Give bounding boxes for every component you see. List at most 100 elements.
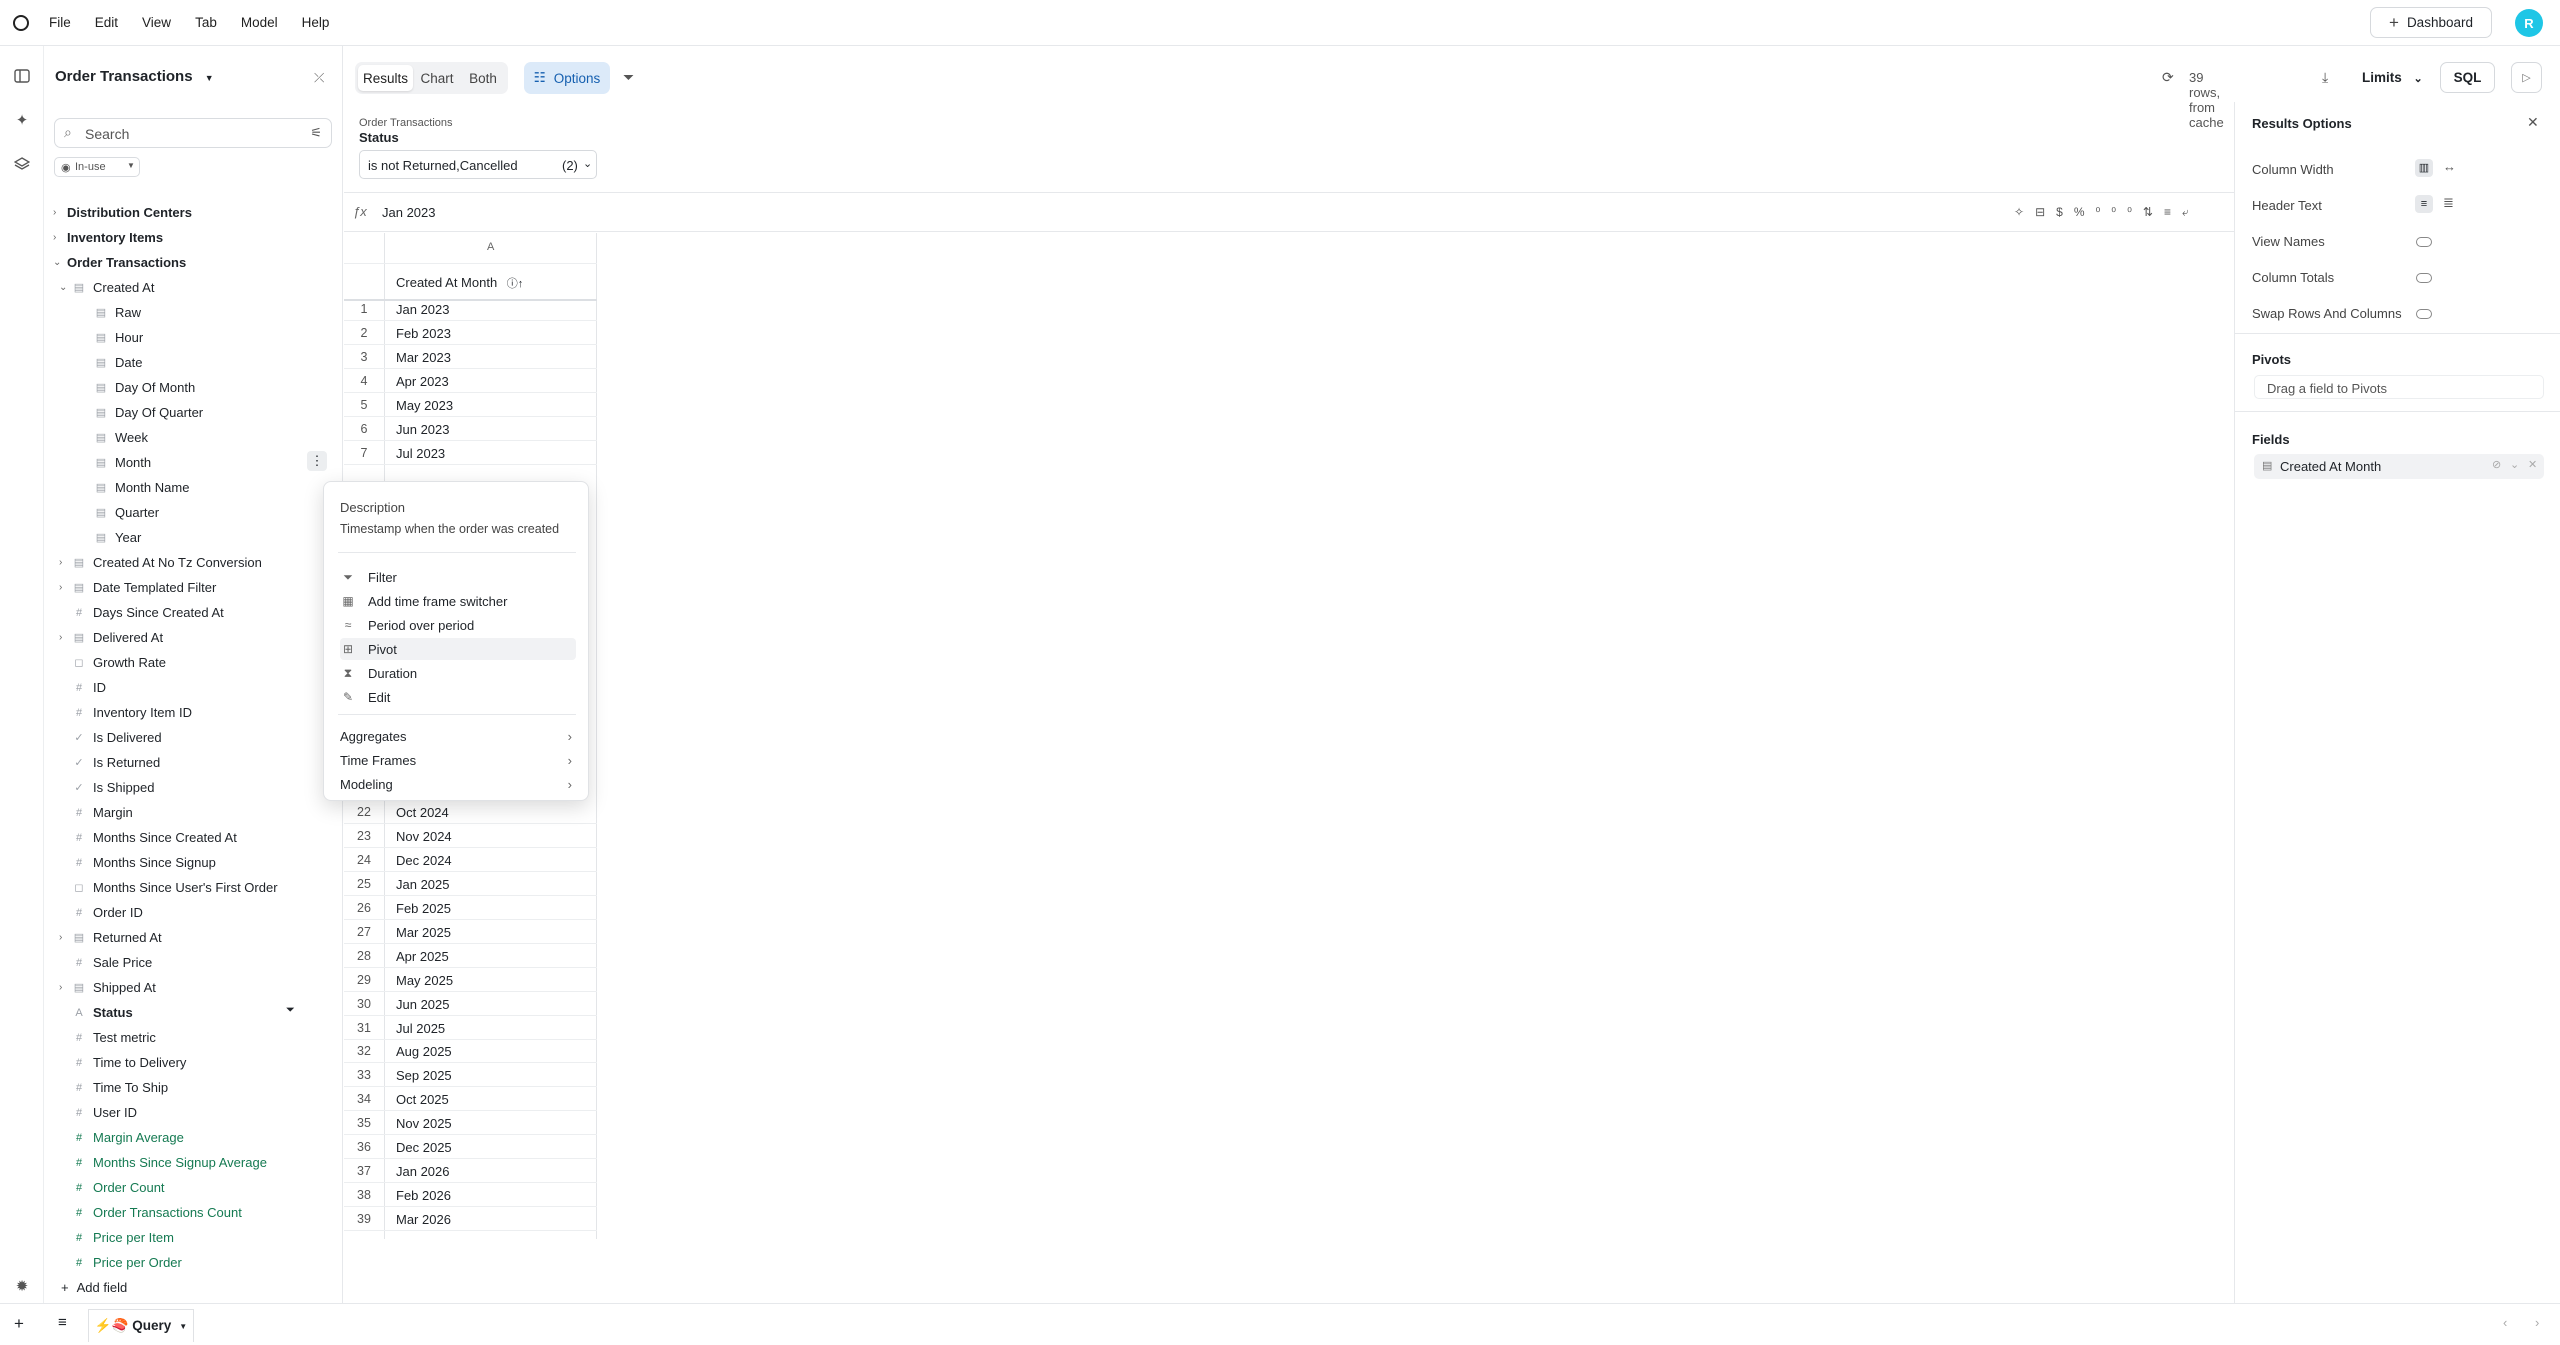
- search-input[interactable]: ⌕ Search ⚟: [54, 118, 332, 148]
- row-number[interactable]: 3: [344, 350, 384, 364]
- formula-value[interactable]: Jan 2023: [382, 205, 436, 220]
- sidebar-item[interactable]: › ▤ Created At No Tz Conversion: [59, 550, 324, 575]
- sidebar-item[interactable]: ▤ Day Of Month: [95, 375, 324, 400]
- text-truncate-icon[interactable]: ≡: [2415, 195, 2433, 213]
- row-number[interactable]: 7: [344, 446, 384, 460]
- sidebar-item[interactable]: # Days Since Created At: [73, 600, 324, 625]
- sidebar-item[interactable]: ⌄ ▤ Created At: [59, 275, 324, 300]
- sidebar-item[interactable]: ▤ Hour: [95, 325, 324, 350]
- menu-model[interactable]: Model: [241, 15, 278, 30]
- sidebar-item[interactable]: # Months Since Signup Average: [73, 1150, 324, 1175]
- sidebar-item[interactable]: # Months Since Signup: [73, 850, 324, 875]
- hide-icon[interactable]: ⊘: [2492, 458, 2501, 471]
- table-cell[interactable]: Jul 2025: [396, 1021, 445, 1036]
- swap-rows-toggle[interactable]: [2416, 309, 2432, 319]
- row-number[interactable]: 4: [344, 374, 384, 388]
- sidebar-item[interactable]: ◻ Growth Rate: [73, 650, 324, 675]
- next-tab-icon[interactable]: ›: [2535, 1315, 2539, 1330]
- row-number[interactable]: 23: [344, 829, 384, 843]
- tab-results[interactable]: Results: [358, 65, 413, 91]
- submenu-time-frames[interactable]: Time Frames ›: [340, 749, 576, 771]
- sidebar-item[interactable]: › ▤ Date Templated Filter: [59, 575, 324, 600]
- chevron-right-icon[interactable]: ›: [53, 232, 56, 243]
- chevron-right-icon[interactable]: ›: [59, 632, 62, 643]
- row-number[interactable]: 6: [344, 422, 384, 436]
- sidebar-item[interactable]: ▤ Month Name: [95, 475, 324, 500]
- row-number[interactable]: 34: [344, 1092, 384, 1106]
- prev-tab-icon[interactable]: ‹: [2503, 1315, 2507, 1330]
- menu-item-duration[interactable]: ⧗ Duration: [340, 662, 576, 684]
- row-number[interactable]: 36: [344, 1140, 384, 1154]
- sidebar-item[interactable]: # Order Count: [73, 1175, 324, 1200]
- menu-item-filter[interactable]: ⏷ Filter: [340, 566, 576, 588]
- sidebar-item[interactable]: ⌄ Order Transactions: [53, 250, 324, 275]
- row-number[interactable]: 39: [344, 1212, 384, 1226]
- row-number[interactable]: 1: [344, 302, 384, 316]
- row-number[interactable]: 24: [344, 853, 384, 867]
- table-cell[interactable]: Jan 2026: [396, 1164, 450, 1179]
- row-number[interactable]: 28: [344, 949, 384, 963]
- pivots-dropzone[interactable]: Drag a field to Pivots: [2254, 375, 2544, 399]
- tabs-list-icon[interactable]: ≡: [58, 1314, 67, 1331]
- column-expand-icon[interactable]: ↔: [2443, 159, 2456, 174]
- query-tab[interactable]: ⚡🍣 Query ▼: [88, 1309, 194, 1342]
- sidebar-item[interactable]: # ID: [73, 675, 324, 700]
- sidebar-item[interactable]: # Price per Item: [73, 1225, 324, 1250]
- options-button[interactable]: ☷ Options: [524, 62, 610, 94]
- table-cell[interactable]: Jul 2023: [396, 446, 445, 461]
- row-number[interactable]: 29: [344, 973, 384, 987]
- chevron-right-icon[interactable]: ›: [59, 582, 62, 593]
- table-cell[interactable]: Oct 2024: [396, 805, 449, 820]
- chevron-down-icon[interactable]: ⌄: [2510, 458, 2519, 471]
- table-cell[interactable]: Jun 2025: [396, 997, 450, 1012]
- column-header[interactable]: Created At Month ⓘ↑: [396, 275, 523, 291]
- chevron-right-icon[interactable]: ›: [53, 207, 56, 218]
- menu-item-period-over-period[interactable]: ≈ Period over period: [340, 614, 576, 636]
- explore-title[interactable]: Order Transactions ▼: [55, 68, 214, 85]
- active-filter-icon[interactable]: ⏷: [286, 1004, 295, 1017]
- table-cell[interactable]: Mar 2023: [396, 350, 451, 365]
- percent-icon[interactable]: %: [2074, 205, 2096, 219]
- table-cell[interactable]: Dec 2024: [396, 853, 452, 868]
- table-cell[interactable]: Mar 2026: [396, 1212, 451, 1227]
- menu-view[interactable]: View: [142, 15, 171, 30]
- submenu-aggregates[interactable]: Aggregates ›: [340, 725, 576, 747]
- table-cell[interactable]: Feb 2023: [396, 326, 451, 341]
- field-pill[interactable]: ▤ Created At Month ⊘ ⌄ ✕: [2254, 454, 2544, 479]
- sort-icon[interactable]: ⇅: [2143, 205, 2164, 219]
- table-cell[interactable]: Aug 2025: [396, 1044, 452, 1059]
- sidebar-item[interactable]: # Sale Price: [73, 950, 324, 975]
- magic-format-icon[interactable]: ✧: [2014, 205, 2035, 219]
- view-names-toggle[interactable]: [2416, 237, 2432, 247]
- sidebar-item[interactable]: ▤ Week: [95, 425, 324, 450]
- chevron-right-icon[interactable]: ›: [59, 557, 62, 568]
- row-number[interactable]: 25: [344, 877, 384, 891]
- sidebar-item[interactable]: ▤ Year: [95, 525, 324, 550]
- currency-icon[interactable]: $: [2056, 205, 2074, 219]
- close-icon[interactable]: ✕: [2527, 114, 2539, 131]
- table-cell[interactable]: Feb 2026: [396, 1188, 451, 1203]
- table-cell[interactable]: Jan 2023: [396, 302, 450, 317]
- refresh-icon[interactable]: ⟳: [2162, 69, 2174, 86]
- sidebar-item[interactable]: › ▤ Shipped At: [59, 975, 324, 1000]
- sidebar-item[interactable]: ▤ Month ⋮: [95, 450, 327, 475]
- inuse-filter[interactable]: ◉ In-use ▼: [54, 157, 140, 177]
- align-icon[interactable]: ≡: [2164, 205, 2182, 219]
- wrap-icon[interactable]: ⤶: [2182, 205, 2200, 219]
- sidebar-item[interactable]: ▤ Quarter: [95, 500, 324, 525]
- sidebar-item[interactable]: # Order ID: [73, 900, 324, 925]
- sidebar-item[interactable]: # Price per Order: [73, 1250, 324, 1275]
- row-number[interactable]: 27: [344, 925, 384, 939]
- avatar[interactable]: R: [2515, 9, 2543, 37]
- menu-help[interactable]: Help: [302, 15, 330, 30]
- sidebar-item[interactable]: › ▤ Delivered At: [59, 625, 324, 650]
- chevron-down-icon[interactable]: ⌄: [59, 282, 67, 293]
- sidebar-item[interactable]: ▤ Date: [95, 350, 324, 375]
- number-icon[interactable]: ⁰⁰: [2111, 205, 2143, 219]
- add-field-button[interactable]: + Add field: [61, 1280, 127, 1295]
- run-button[interactable]: ▷: [2511, 62, 2542, 93]
- table-cell[interactable]: Nov 2024: [396, 829, 452, 844]
- row-number[interactable]: 38: [344, 1188, 384, 1202]
- download-icon[interactable]: ⤓: [2322, 69, 2328, 86]
- menu-item-add-time-frame-switcher[interactable]: ▦ Add time frame switcher: [340, 590, 576, 612]
